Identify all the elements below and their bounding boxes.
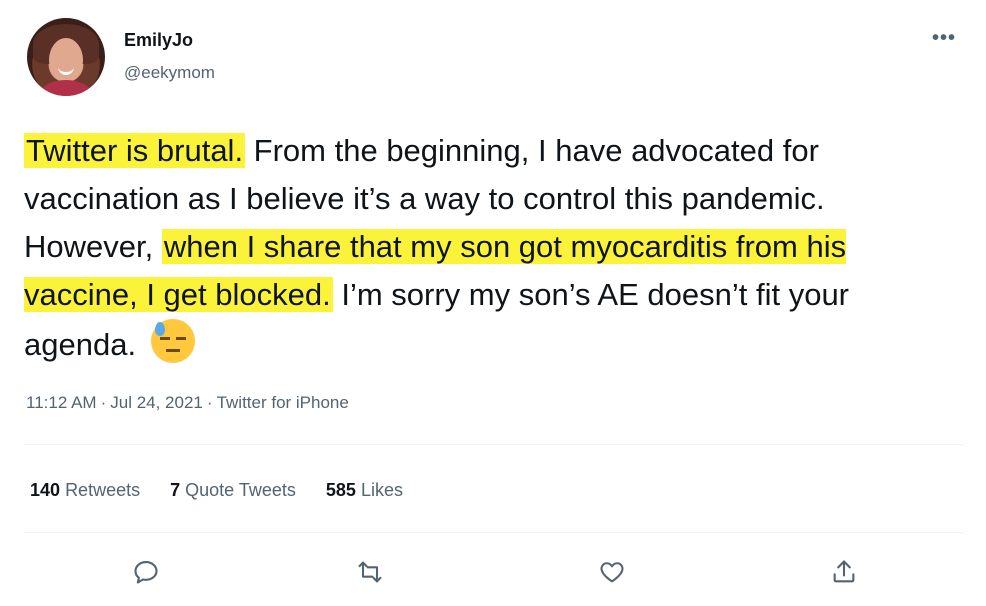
retweets-stat[interactable]: 140 Retweets <box>30 480 140 501</box>
tweet-time[interactable]: 11:12 AM <box>26 393 97 412</box>
display-name[interactable]: EmilyJo <box>124 30 193 51</box>
highlighted-text: Twitter is brutal. <box>24 133 246 168</box>
share-icon[interactable] <box>830 558 858 586</box>
tweet-metadata: 11:12 AM · Jul 24, 2021 · Twitter for iPhone <box>26 393 349 413</box>
reply-icon[interactable] <box>132 558 160 586</box>
avatar-shirt <box>41 80 91 96</box>
divider <box>24 444 964 445</box>
avatar[interactable] <box>27 18 105 96</box>
downcast-face-with-sweat-icon <box>150 319 195 363</box>
engagement-stats: 140 Retweets 7 Quote Tweets 585 Likes <box>30 480 403 501</box>
likes-stat[interactable]: 585 Likes <box>326 480 403 501</box>
meta-separator: · <box>206 393 213 412</box>
tweet-date[interactable]: Jul 24, 2021 <box>110 393 203 412</box>
retweet-icon[interactable] <box>356 558 384 586</box>
like-icon[interactable] <box>598 558 626 586</box>
avatar-face <box>49 38 83 82</box>
action-bar <box>0 558 986 594</box>
meta-separator: · <box>100 393 107 412</box>
more-options-icon[interactable]: ••• <box>932 27 956 50</box>
quote-tweets-stat[interactable]: 7 Quote Tweets <box>170 480 296 501</box>
user-handle[interactable]: @eekymom <box>124 63 215 83</box>
divider <box>24 532 964 533</box>
tweet-source[interactable]: Twitter for iPhone <box>217 393 349 412</box>
tweet-text: Twitter is brutal. From the beginning, I… <box>24 127 959 369</box>
